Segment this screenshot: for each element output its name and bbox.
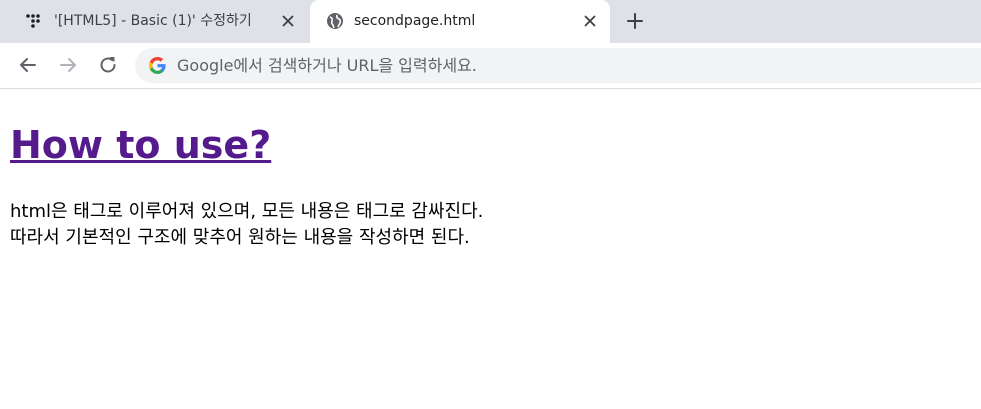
paragraph-line: html은 태그로 이루어져 있으며, 모든 내용은 태그로 감싸진다.	[10, 201, 484, 222]
browser-toolbar: Google에서 검색하거나 URL을 입력하세요.	[0, 43, 981, 89]
description-paragraph: html은 태그로 이루어져 있으며, 모든 내용은 태그로 감싸진다. 따라서 …	[10, 199, 483, 251]
omnibox-placeholder: Google에서 검색하거나 URL을 입력하세요.	[177, 56, 477, 75]
paragraph-line: 따라서 기본적인 구조에 맞추어 원하는 내용을 작성하면 된다.	[10, 227, 470, 248]
forward-arrow-icon[interactable]	[57, 54, 79, 76]
close-tab-icon[interactable]	[582, 13, 598, 29]
tab-strip: '[HTML5] - Basic (1)' 수정하기 secondpage.ht…	[0, 0, 981, 43]
address-bar[interactable]: Google에서 검색하거나 URL을 입력하세요.	[135, 48, 981, 83]
close-tab-icon[interactable]	[280, 13, 296, 29]
new-tab-plus-icon[interactable]	[625, 11, 645, 31]
tab-title: secondpage.html	[354, 13, 476, 29]
back-arrow-icon[interactable]	[17, 54, 39, 76]
reload-icon[interactable]	[97, 54, 119, 76]
tab-title: '[HTML5] - Basic (1)' 수정하기	[54, 13, 252, 29]
tistory-dots-icon	[26, 14, 40, 28]
tab-html5-basic-edit[interactable]: '[HTML5] - Basic (1)' 수정하기	[8, 0, 308, 43]
google-g-icon	[149, 57, 166, 74]
page-content: How to use? html은 태그로 이루어져 있으며, 모든 내용은 태…	[0, 89, 981, 409]
page-heading-link[interactable]: How to use?	[10, 122, 271, 168]
tab-secondpage[interactable]: secondpage.html	[310, 0, 610, 43]
globe-icon	[327, 13, 343, 29]
